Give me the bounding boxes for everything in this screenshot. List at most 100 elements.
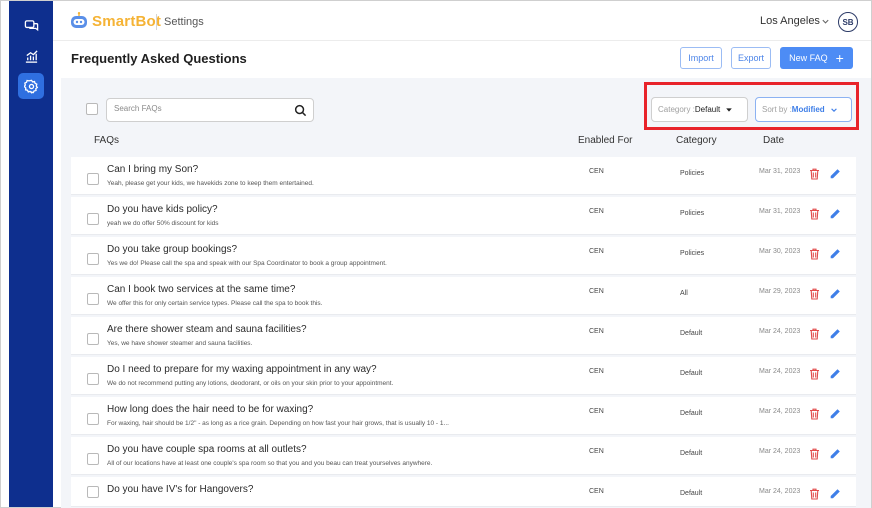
pencil-icon[interactable] [829,208,841,220]
faq-question: Can I book two services at the same time… [107,284,296,295]
category: Default [680,450,703,457]
category: All [680,290,688,297]
category: Default [680,330,703,337]
enabled-for: CEN [589,488,604,495]
header-divider [156,14,157,30]
table-row[interactable]: Do you have couple spa rooms at all outl… [71,437,856,475]
trash-icon[interactable] [809,368,820,380]
column-header-date: Date [763,135,785,146]
sidebar-item-analytics[interactable] [18,43,44,69]
trash-icon[interactable] [809,248,820,260]
date: Mar 31, 2023 [759,208,801,215]
search-icon[interactable] [294,104,307,117]
pencil-icon[interactable] [829,328,841,340]
faq-answer: yeah we do offer 50% discount for kids [107,220,219,227]
date: Mar 31, 2023 [759,168,801,175]
table-row[interactable]: Do you take group bookings? Yes we do! P… [71,237,856,275]
search-box [106,98,314,122]
chat-icon [24,19,38,31]
faq-answer: For waxing, hair should be 1/2" - as lon… [107,420,449,427]
enabled-for: CEN [589,328,604,335]
enabled-for: CEN [589,288,604,295]
faq-answer: All of our locations have at least one c… [107,460,433,467]
pencil-icon[interactable] [829,408,841,420]
row-checkbox[interactable] [87,453,99,465]
new-faq-label: New FAQ [789,53,828,63]
sidebar-item-settings[interactable] [18,73,44,99]
chevron-down-icon[interactable] [821,17,830,26]
trash-icon[interactable] [809,488,820,500]
export-button[interactable]: Export [731,47,771,69]
trash-icon[interactable] [809,288,820,300]
column-header-enabled-for: Enabled For [578,135,633,146]
row-checkbox[interactable] [87,253,99,265]
date: Mar 29, 2023 [759,288,801,295]
avatar[interactable]: SB [838,12,858,32]
category: Default [680,410,703,417]
enabled-for: CEN [589,448,604,455]
brand-logo[interactable]: SmartBot [69,12,161,30]
row-checkbox[interactable] [87,486,99,498]
section-title: Settings [164,16,204,28]
category: Default [680,370,703,377]
table-row[interactable]: Can I bring my Son? Yeah, please get you… [71,157,856,195]
location-selector[interactable]: Los Angeles [760,15,820,27]
row-checkbox[interactable] [87,213,99,225]
trash-icon[interactable] [809,168,820,180]
sidebar-item-chat[interactable] [18,13,44,39]
enabled-for: CEN [589,408,604,415]
faq-answer: We do not recommend putting any lotions,… [107,380,394,387]
trash-icon[interactable] [809,208,820,220]
new-faq-button[interactable]: New FAQ + [780,47,853,69]
analytics-icon [25,49,38,63]
settings-icon [23,79,38,94]
table-row[interactable]: Do I need to prepare for my waxing appoi… [71,357,856,395]
sidebar [9,1,53,507]
date: Mar 30, 2023 [759,248,801,255]
enabled-for: CEN [589,208,604,215]
pencil-icon[interactable] [829,288,841,300]
pencil-icon[interactable] [829,168,841,180]
table-row[interactable]: Do you have kids policy? yeah we do offe… [71,197,856,235]
enabled-for: CEN [589,248,604,255]
category: Policies [680,210,705,217]
row-checkbox[interactable] [87,173,99,185]
trash-icon[interactable] [809,328,820,340]
bot-logo-icon [71,12,87,28]
category: Policies [680,250,705,257]
table-row[interactable]: Do you have IV's for Hangovers? CEN Defa… [71,477,856,507]
table-row[interactable]: How long does the hair need to be for wa… [71,397,856,435]
date: Mar 24, 2023 [759,368,801,375]
trash-icon[interactable] [809,448,820,460]
faq-question: Are there shower steam and sauna facilit… [107,324,307,335]
pencil-icon[interactable] [829,248,841,260]
faq-question: Do I need to prepare for my waxing appoi… [107,364,377,375]
brand-name: SmartBot [92,12,162,30]
pencil-icon[interactable] [829,368,841,380]
pencil-icon[interactable] [829,488,841,500]
enabled-for: CEN [589,168,604,175]
date: Mar 24, 2023 [759,408,801,415]
pencil-icon[interactable] [829,448,841,460]
table-row[interactable]: Are there shower steam and sauna facilit… [71,317,856,355]
search-input[interactable] [114,104,284,113]
faq-question: Do you have couple spa rooms at all outl… [107,444,307,455]
trash-icon[interactable] [809,408,820,420]
faq-answer: Yeah, please get your kids, we havekids … [107,180,314,187]
date: Mar 24, 2023 [759,328,801,335]
row-checkbox[interactable] [87,413,99,425]
row-checkbox[interactable] [87,333,99,345]
category: Default [680,490,703,497]
select-all-checkbox[interactable] [86,103,98,115]
category: Policies [680,170,705,177]
table-row[interactable]: Can I book two services at the same time… [71,277,856,315]
faq-answer: We offer this for only certain service t… [107,300,323,307]
top-header: SmartBot Settings Los Angeles SB [53,1,871,41]
import-button[interactable]: Import [680,47,722,69]
date: Mar 24, 2023 [759,488,801,495]
faq-question: Can I bring my Son? [107,164,199,175]
page-title: Frequently Asked Questions [71,51,247,66]
row-checkbox[interactable] [87,293,99,305]
faq-question: How long does the hair need to be for wa… [107,404,314,415]
row-checkbox[interactable] [87,373,99,385]
